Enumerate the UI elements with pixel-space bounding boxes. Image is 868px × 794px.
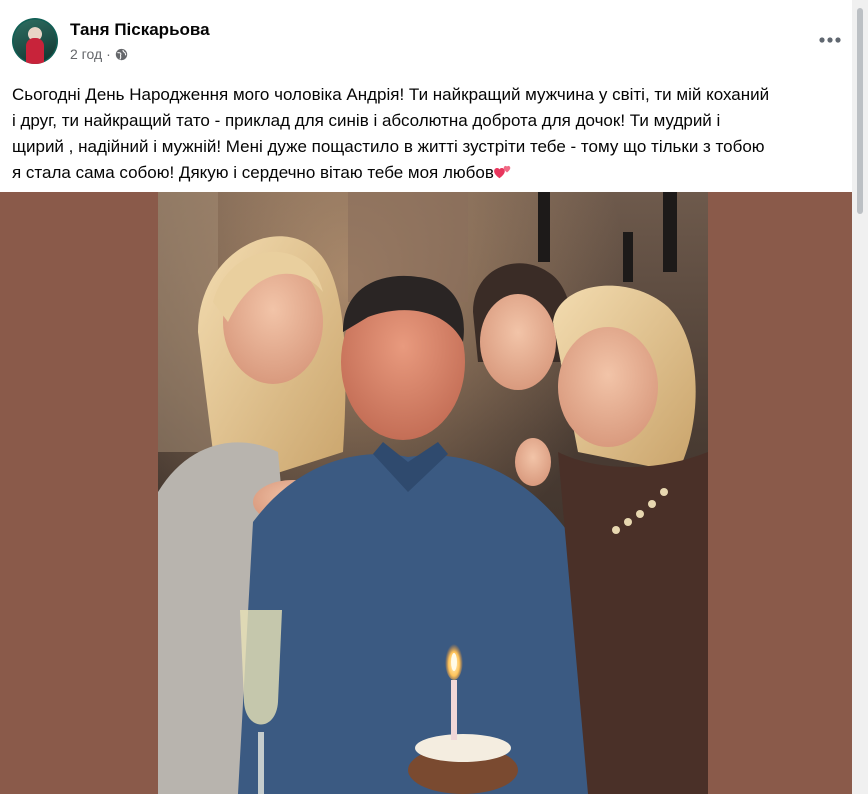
scrollbar[interactable] [852,0,868,794]
scrollbar-thumb[interactable] [857,8,863,214]
post-text-line: Сьогодні День Народження мого чоловіка А… [12,85,770,104]
post-text: Сьогодні День Народження мого чоловіка А… [12,82,854,186]
post-time[interactable]: 2 год [70,46,102,62]
globe-icon[interactable] [115,48,128,61]
post-meta: 2 год · [70,46,128,62]
post-text-line: і друг, ти найкращий тато - приклад для … [12,111,721,130]
post-text-line-last: я стала сама собою! Дякую і сердечно віт… [12,160,854,186]
facebook-post: Таня Піскарьова 2 год · Сьогодні День На… [0,0,868,794]
meta-separator: · [106,46,111,62]
post-header: Таня Піскарьова 2 год · [0,0,852,72]
more-options-button[interactable] [812,22,848,58]
post-text-line: щирий , надійний і мужній! Мені дуже пощ… [12,137,765,156]
family-photo-illustration [158,192,708,794]
author-name[interactable]: Таня Піскарьова [70,20,210,40]
author-avatar[interactable] [12,18,58,64]
two-hearts-icon [494,165,511,179]
post-photo-container[interactable] [0,192,852,794]
more-options-icon [819,37,841,43]
post-photo[interactable] [158,192,708,794]
post-text-line: я стала сама собою! Дякую і сердечно віт… [12,163,494,182]
